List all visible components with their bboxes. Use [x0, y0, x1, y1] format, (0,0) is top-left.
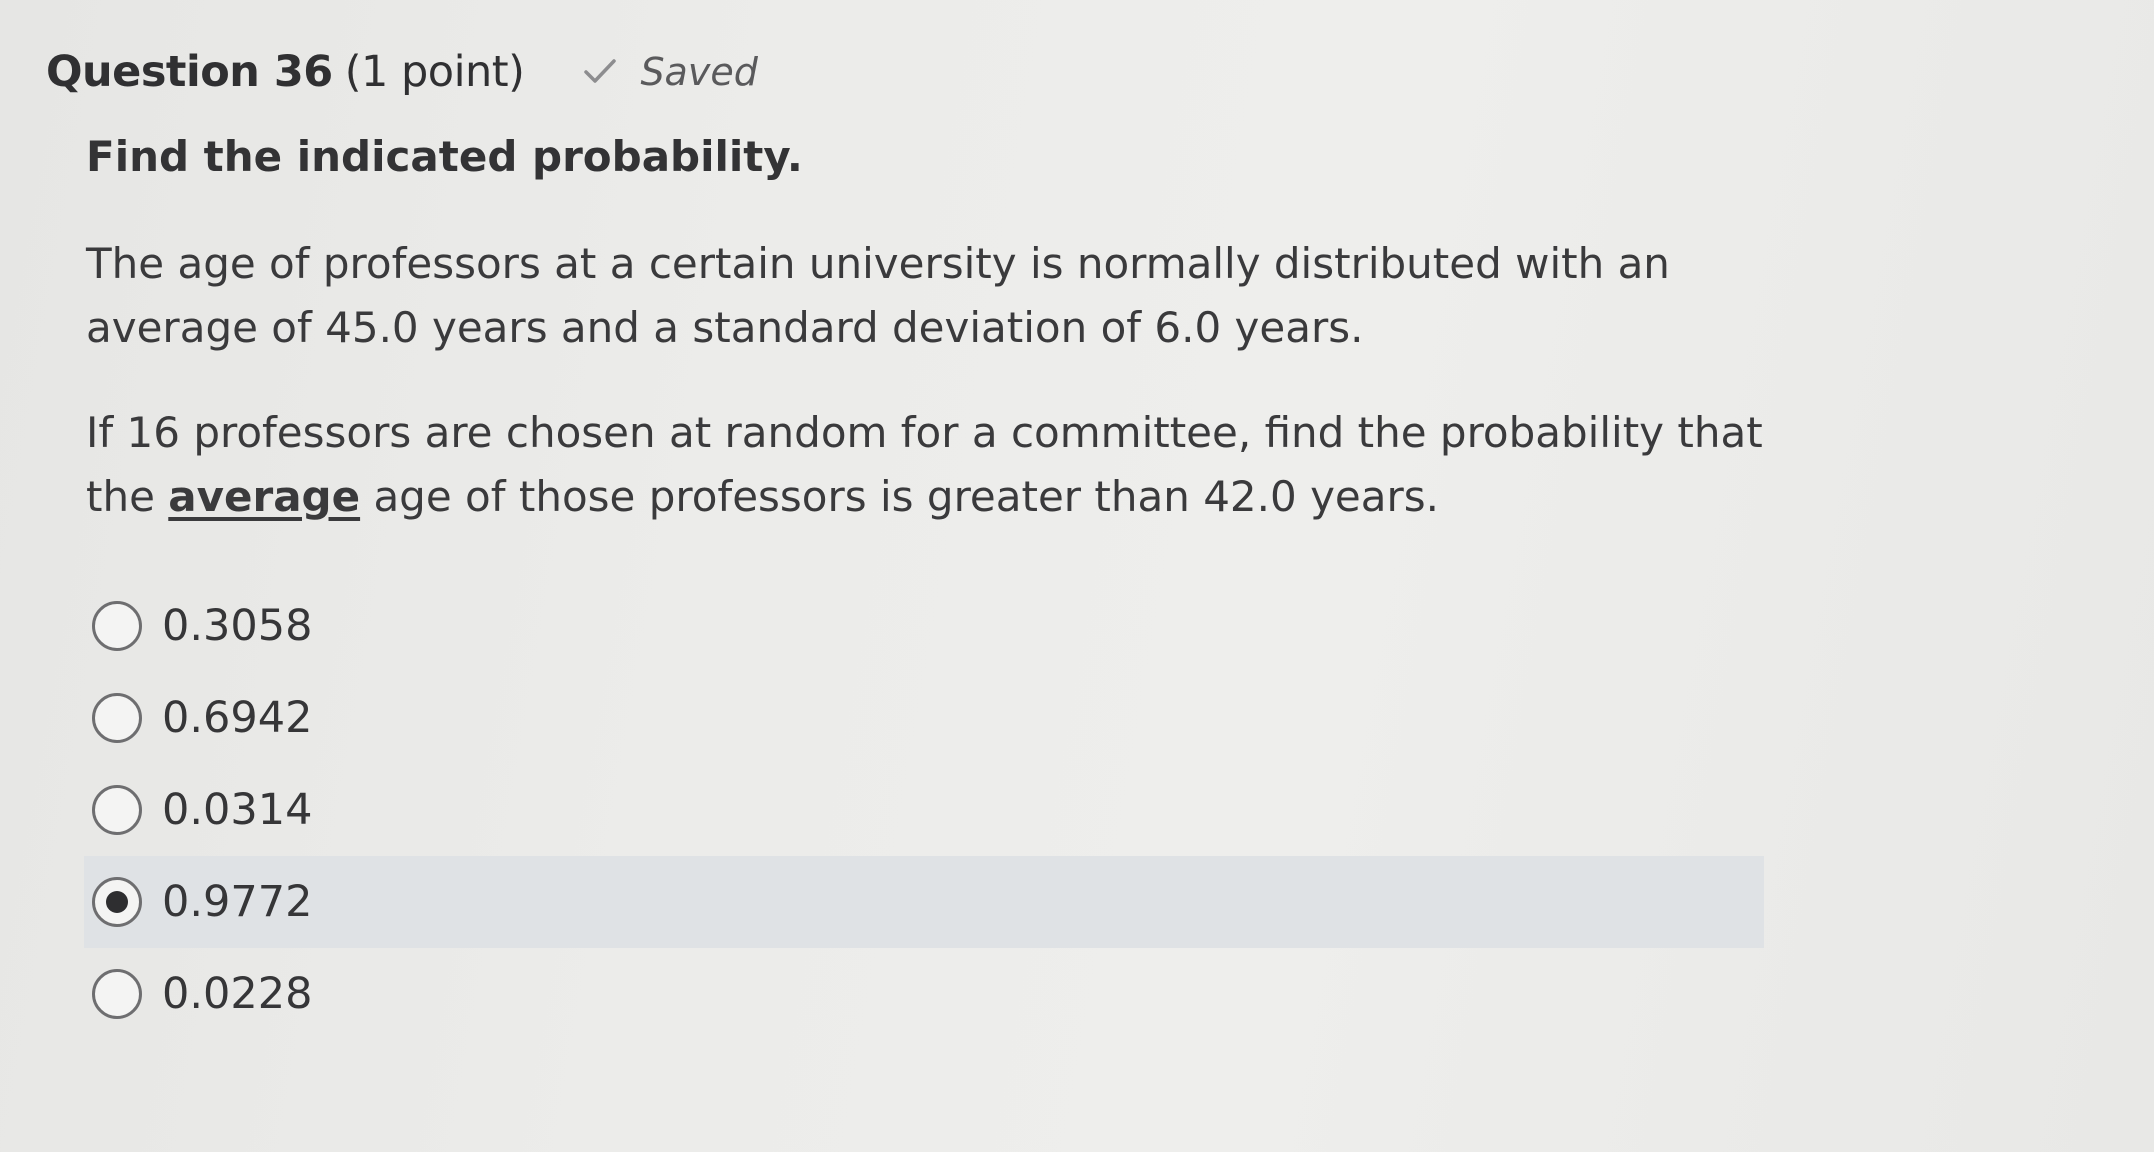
question-prompt: If 16 professors are chosen at random fo…	[86, 401, 1786, 529]
radio-button-checked[interactable]	[92, 877, 142, 927]
question-context: The age of professors at a certain unive…	[86, 239, 1670, 352]
answer-option-label[interactable]: 0.0228	[162, 969, 312, 1019]
question-header: Question 36 (1 point) Saved	[46, 42, 758, 102]
answer-option-label[interactable]: 0.9772	[162, 877, 312, 927]
question-number: Question 36	[46, 47, 333, 97]
question-instruction: Find the indicated probability.	[86, 132, 803, 181]
radio-button[interactable]	[92, 785, 142, 835]
answer-option-label[interactable]: 0.3058	[162, 601, 312, 651]
answer-option[interactable]: 0.0228	[84, 948, 1764, 1040]
answer-option[interactable]: 0.0314	[84, 764, 1764, 856]
prompt-emphasis: average	[168, 472, 361, 521]
answer-option[interactable]: 0.6942	[84, 672, 1764, 764]
radio-button[interactable]	[92, 969, 142, 1019]
radio-button[interactable]	[92, 693, 142, 743]
quiz-page: Question 36 (1 point) Saved Find the ind…	[0, 0, 2154, 1152]
prompt-text-after: age of those professors is greater than …	[360, 472, 1440, 521]
answer-options: 0.3058 0.6942 0.0314 0.9772 0.0228	[84, 580, 1764, 1040]
answer-option-label[interactable]: 0.0314	[162, 785, 312, 835]
radio-button[interactable]	[92, 601, 142, 651]
saved-status: Saved	[582, 50, 758, 94]
answer-option-selected[interactable]: 0.9772	[84, 856, 1764, 948]
check-icon	[582, 57, 618, 87]
answer-option[interactable]: 0.3058	[84, 580, 1764, 672]
saved-label: Saved	[640, 50, 758, 94]
answer-option-label[interactable]: 0.6942	[162, 693, 312, 743]
question-points: (1 point)	[344, 47, 525, 97]
